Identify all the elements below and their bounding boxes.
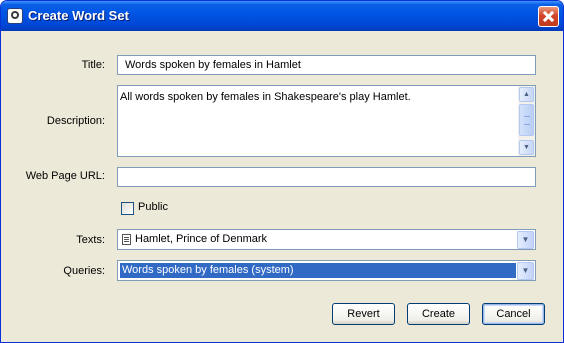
chevron-down-icon: ▼ — [521, 266, 530, 275]
chevron-down-icon: ▼ — [521, 235, 530, 244]
queries-dropdown-button[interactable]: ▼ — [517, 262, 534, 280]
scroll-up-button[interactable]: ▲ — [519, 87, 534, 102]
create-button[interactable]: Create — [407, 303, 470, 325]
description-textarea[interactable]: All words spoken by females in Shakespea… — [117, 85, 536, 157]
revert-button[interactable]: Revert — [332, 303, 395, 325]
texts-selected-value: Hamlet, Prince of Denmark — [135, 233, 268, 245]
scroll-down-button[interactable]: ▼ — [519, 140, 534, 155]
queries-dropdown[interactable]: Words spoken by females (system) ▼ — [117, 260, 536, 281]
chevron-down-icon: ▼ — [523, 144, 530, 151]
texts-dropdown-button[interactable]: ▼ — [517, 231, 534, 249]
description-value: All words spoken by females in Shakespea… — [120, 91, 411, 103]
app-logo-icon — [7, 8, 23, 24]
create-word-set-dialog: Create Word Set Title: Words spoken by f… — [0, 0, 564, 343]
queries-label: Queries: — [63, 265, 105, 277]
title-input[interactable]: Words spoken by females in Hamlet — [117, 55, 536, 75]
queries-selected-value: Words spoken by females (system) — [122, 264, 294, 276]
cancel-button[interactable]: Cancel — [482, 303, 545, 325]
window-title: Create Word Set — [28, 8, 129, 23]
texts-dropdown[interactable]: Hamlet, Prince of Denmark ▼ — [117, 229, 536, 250]
url-input[interactable] — [117, 167, 536, 187]
public-checkbox[interactable] — [121, 202, 134, 215]
description-label: Description: — [46, 115, 105, 127]
texts-label: Texts: — [76, 234, 105, 246]
document-icon — [122, 234, 131, 245]
public-label[interactable]: Public — [138, 201, 168, 213]
close-button[interactable] — [538, 6, 559, 27]
scroll-thumb[interactable] — [519, 104, 534, 136]
title-bar[interactable]: Create Word Set — [1, 1, 563, 31]
url-label: Web Page URL: — [25, 170, 105, 182]
chevron-up-icon: ▲ — [523, 91, 530, 98]
queries-selection-highlight: Words spoken by females (system) — [120, 263, 516, 278]
description-scrollbar[interactable]: ▲ ▼ — [518, 86, 535, 156]
title-label: Title: — [81, 59, 105, 71]
title-input-value: Words spoken by females in Hamlet — [125, 59, 301, 71]
